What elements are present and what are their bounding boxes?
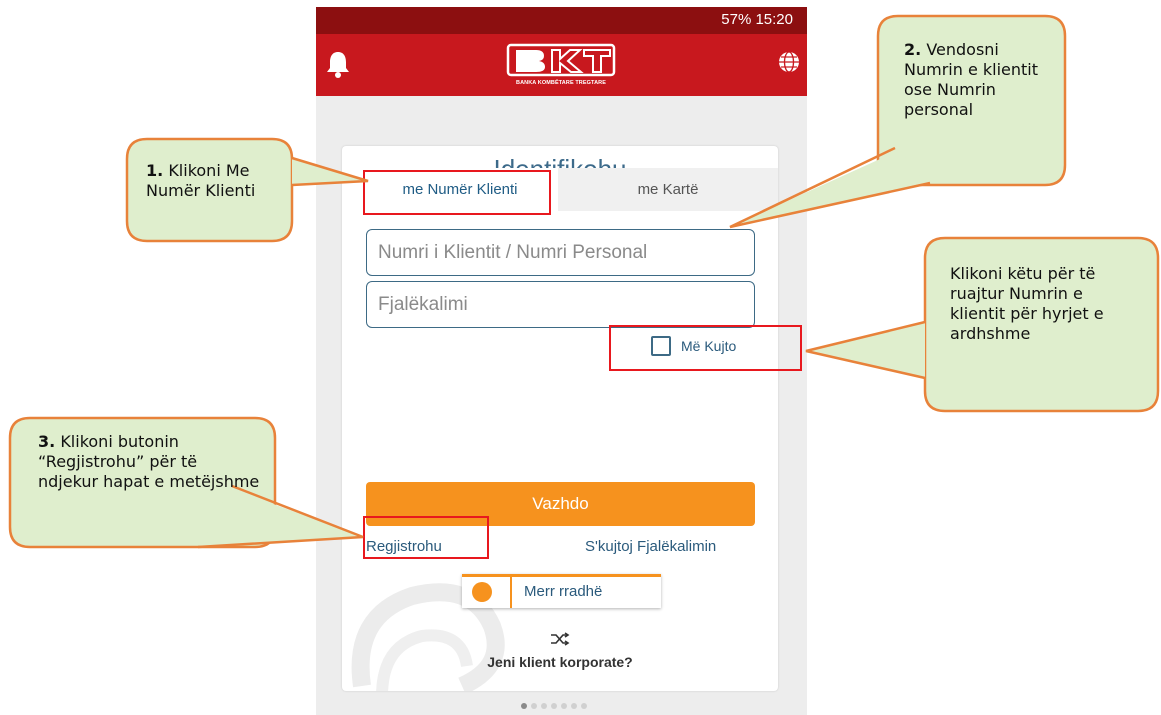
callout-2-text: 2. Vendosni Numrin e klientit ose Numrin… <box>904 40 1044 120</box>
callout-3-num: 3. <box>38 432 56 451</box>
callout-1-num: 1. <box>146 161 164 180</box>
callout-2-label: Vendosni Numrin e klientit ose Numrin pe… <box>904 40 1039 119</box>
callout-1-text: 1. Klikoni Me Numër Klienti <box>146 161 286 201</box>
callout-remember-label: Klikoni këtu për të ruajtur Numrin e kli… <box>950 264 1104 343</box>
callout-3-label: Klikoni butonin “Regjistrohu” për të ndj… <box>38 432 260 491</box>
callout-2-num: 2. <box>904 40 922 59</box>
callout-remember-text: Klikoni këtu për të ruajtur Numrin e kli… <box>950 264 1138 344</box>
callout-3-text: 3. Klikoni butonin “Regjistrohu” për të … <box>38 432 260 492</box>
callout-1-label: Klikoni Me Numër Klienti <box>146 161 256 200</box>
